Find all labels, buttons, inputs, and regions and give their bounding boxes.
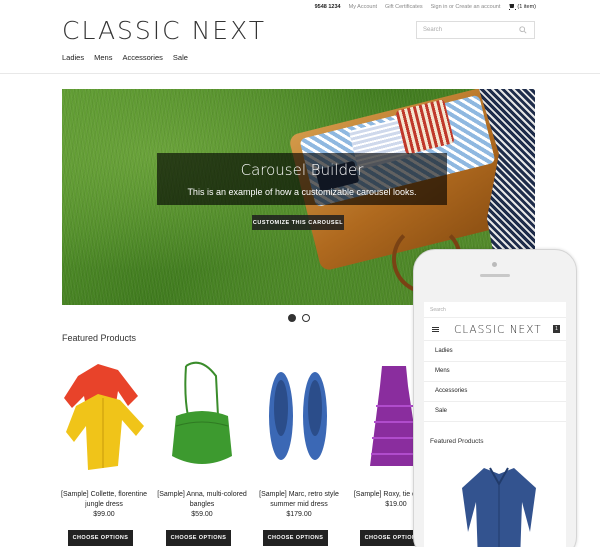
gift-certificates-link[interactable]: Gift Certificates xyxy=(385,4,423,10)
phone-camera xyxy=(492,262,497,267)
phone-speaker xyxy=(480,274,510,277)
product-card[interactable]: [Sample] Anna, multi-colored bangles $59… xyxy=(156,356,248,546)
product-image-anna[interactable] xyxy=(156,356,248,476)
product-card[interactable]: [Sample] Marc, retro style summer mid dr… xyxy=(253,356,345,546)
main-nav: Ladies Mens Accessories Sale xyxy=(62,53,188,62)
product-price: $59.00 xyxy=(191,511,213,518)
cart-link[interactable]: (1 item) xyxy=(508,4,536,10)
product-price: $99.00 xyxy=(93,511,115,518)
cart-icon xyxy=(508,4,517,10)
customize-carousel-button[interactable]: CUSTOMIZE THIS CAROUSEL xyxy=(252,215,344,230)
product-name[interactable]: [Sample] Collette, florentine jungle dre… xyxy=(58,490,150,510)
nav-item-sale[interactable]: Sale xyxy=(173,53,188,62)
carousel-dot-2[interactable] xyxy=(302,314,310,322)
carousel-subtitle: This is an example of how a customizable… xyxy=(187,187,417,197)
choose-options-button[interactable]: CHOOSE OPTIONS xyxy=(68,530,133,546)
mobile-logo[interactable]: CLASSIC NEXT xyxy=(454,324,542,336)
carousel-dot-1[interactable] xyxy=(288,314,296,322)
nav-item-ladies[interactable]: Ladies xyxy=(62,53,84,62)
product-name[interactable]: [Sample] Marc, retro style summer mid dr… xyxy=(253,490,345,510)
phone-number: 9548 1234 xyxy=(314,4,341,10)
nav-item-accessories[interactable]: Accessories xyxy=(122,53,162,62)
mobile-nav: Ladies Mens Accessories Sale xyxy=(424,342,566,422)
choose-options-button[interactable]: CHOOSE OPTIONS xyxy=(263,530,328,546)
mobile-product-image-denim-shirt[interactable] xyxy=(454,462,544,547)
carousel-dots xyxy=(288,314,310,322)
carousel-title: Carousel Builder xyxy=(240,161,364,179)
mobile-featured-title: Featured Products xyxy=(430,438,484,445)
mobile-nav-item-accessories[interactable]: Accessories xyxy=(424,382,566,402)
choose-options-button[interactable]: CHOOSE OPTIONS xyxy=(166,530,231,546)
cart-count: (1 item) xyxy=(517,4,536,10)
product-card[interactable]: [Sample] Collette, florentine jungle dre… xyxy=(58,356,150,546)
hamburger-menu-icon[interactable] xyxy=(432,327,439,332)
my-account-link[interactable]: My Account xyxy=(349,4,377,10)
header-divider xyxy=(0,73,600,74)
search-icon[interactable] xyxy=(519,26,527,34)
phone-mockup: Search CLASSIC NEXT 1 Ladies Mens Access… xyxy=(413,249,577,547)
carousel-caption: Carousel Builder This is an example of h… xyxy=(157,153,447,205)
mobile-header: CLASSIC NEXT 1 xyxy=(424,319,566,341)
utility-bar: 9548 1234 My Account Gift Certificates S… xyxy=(315,4,536,10)
site-logo[interactable]: CLASSIC NEXT xyxy=(62,16,266,45)
product-image-collette[interactable] xyxy=(58,356,150,476)
search-placeholder: Search xyxy=(423,27,443,33)
featured-products-title: Featured Products xyxy=(62,333,137,343)
sign-in-link[interactable]: Sign in or Create an account xyxy=(431,4,501,10)
search-input[interactable]: Search xyxy=(416,21,535,39)
mobile-nav-item-sale[interactable]: Sale xyxy=(424,402,566,422)
mobile-nav-item-ladies[interactable]: Ladies xyxy=(424,342,566,362)
product-price: $179.00 xyxy=(286,511,312,518)
nav-item-mens[interactable]: Mens xyxy=(94,53,112,62)
mobile-search-input[interactable]: Search xyxy=(424,302,566,318)
product-name[interactable]: [Sample] Anna, multi-colored bangles xyxy=(156,490,248,510)
mobile-nav-item-mens[interactable]: Mens xyxy=(424,362,566,382)
mobile-cart-icon[interactable]: 1 xyxy=(553,325,560,333)
phone-screen: Search CLASSIC NEXT 1 Ladies Mens Access… xyxy=(424,302,566,547)
product-image-marc[interactable] xyxy=(253,356,345,476)
